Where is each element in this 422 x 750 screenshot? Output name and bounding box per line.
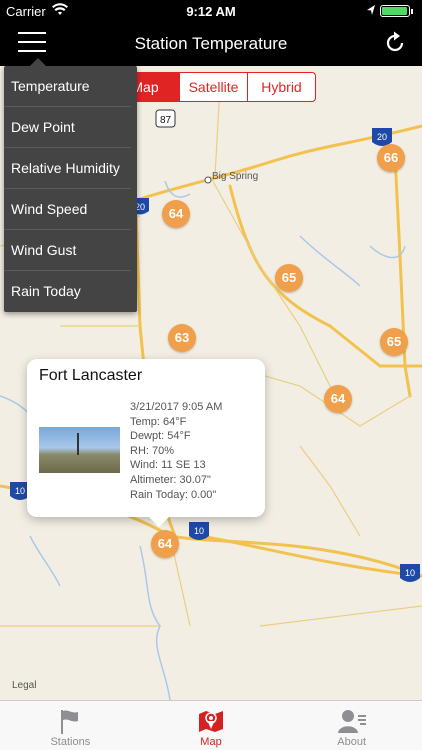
callout-wind: Wind: 11 SE 13 xyxy=(130,459,206,472)
top-bar: Carrier 9:12 AM Station Temperature xyxy=(0,0,422,66)
tab-stations-label: Stations xyxy=(50,736,91,748)
station-marker[interactable]: 65 xyxy=(380,328,408,356)
flag-icon xyxy=(61,710,79,734)
city-label: Big Spring xyxy=(212,171,258,182)
station-marker[interactable]: 64 xyxy=(162,200,190,228)
station-photo xyxy=(39,427,120,473)
page-title: Station Temperature xyxy=(134,34,288,53)
map-type-satellite[interactable]: Satellite xyxy=(179,73,247,101)
station-marker[interactable]: 66 xyxy=(377,144,405,172)
callout-title: Fort Lancaster xyxy=(39,367,143,384)
station-marker[interactable]: 64 xyxy=(324,385,352,413)
tab-map-label: Map xyxy=(200,736,222,748)
variable-menu: Temperature Dew Point Relative Humidity … xyxy=(4,58,137,312)
callout-dewpt: Dewpt: 54°F xyxy=(130,430,191,443)
shield-i20-a: 20 xyxy=(377,132,387,142)
callout-altimeter: Altimeter: 30.07" xyxy=(130,473,211,486)
menu-item-dew-point[interactable]: Dew Point xyxy=(4,107,131,148)
tab-stations[interactable]: Stations xyxy=(0,701,141,750)
map-icon xyxy=(199,711,223,732)
map-type-control[interactable]: Map Satellite Hybrid xyxy=(110,72,316,102)
shield-i10-b: 10 xyxy=(194,526,204,536)
status-time: 9:12 AM xyxy=(186,4,236,19)
callout-rain: Rain Today: 0.00" xyxy=(130,488,217,501)
menu-item-relative-humidity[interactable]: Relative Humidity xyxy=(4,148,131,189)
menu-item-wind-speed[interactable]: Wind Speed xyxy=(4,189,131,230)
station-marker[interactable]: 65 xyxy=(275,264,303,292)
callout-temp: Temp: 64°F xyxy=(130,415,187,428)
shield-i10-a: 10 xyxy=(15,486,25,496)
shield-i10-c: 10 xyxy=(405,568,415,578)
callout-details: 3/21/2017 9:05 AM Temp: 64°F Dewpt: 54°F… xyxy=(130,400,222,502)
tab-map[interactable]: Map xyxy=(141,701,282,750)
status-bar: Carrier 9:12 AM xyxy=(0,0,422,22)
battery-icon xyxy=(380,5,413,17)
tab-about[interactable]: About xyxy=(281,701,422,750)
station-marker[interactable]: 63 xyxy=(168,324,196,352)
person-icon xyxy=(337,710,366,733)
menu-item-rain-today[interactable]: Rain Today xyxy=(4,271,131,312)
callout-datetime: 3/21/2017 9:05 AM xyxy=(130,401,223,413)
station-marker[interactable]: 64 xyxy=(151,530,179,558)
shield-us87: 87 xyxy=(160,115,172,126)
refresh-icon[interactable] xyxy=(382,30,408,56)
location-arrow-icon xyxy=(367,5,375,15)
legal-link: Legal xyxy=(12,680,36,691)
station-callout[interactable]: Fort Lancaster 3/21/2017 9:05 AM Temp: 6… xyxy=(27,359,265,527)
tab-about-label: About xyxy=(337,736,367,748)
callout-rh: RH: 70% xyxy=(130,444,175,457)
menu-item-temperature[interactable]: Temperature xyxy=(4,66,131,107)
tab-bar: Stations Map About xyxy=(0,700,422,750)
map-type-hybrid[interactable]: Hybrid xyxy=(247,73,315,101)
menu-item-wind-gust[interactable]: Wind Gust xyxy=(4,230,131,271)
